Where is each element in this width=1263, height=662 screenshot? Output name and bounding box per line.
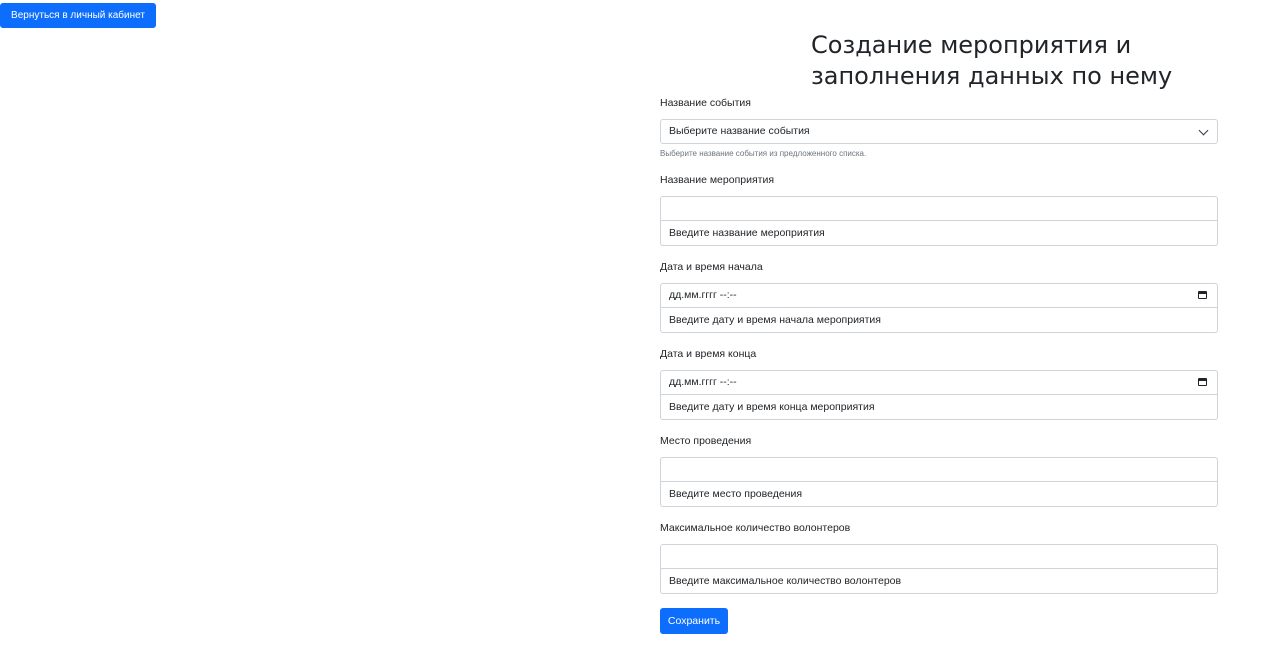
- max-volunteers-group: Максимальное количество волонтеров Введи…: [660, 521, 1218, 594]
- event-type-group: Название события Выберите название событ…: [660, 96, 1218, 159]
- location-group: Место проведения Введите место проведени…: [660, 434, 1218, 507]
- start-datetime-hint: Введите дату и время начала мероприятия: [660, 308, 1218, 333]
- back-to-account-button[interactable]: Вернуться в личный кабинет: [0, 3, 156, 28]
- page-title: Создание мероприятия и заполнения данных…: [811, 31, 1173, 90]
- location-hint: Введите место проведения: [660, 482, 1218, 507]
- end-datetime-label: Дата и время конца: [660, 348, 757, 360]
- event-type-label: Название события: [660, 97, 751, 109]
- end-datetime-input[interactable]: дд.мм.гггг --:--: [660, 370, 1218, 395]
- event-name-group: Название мероприятия Введите название ме…: [660, 173, 1218, 246]
- end-datetime-value: дд.мм.гггг --:--: [669, 376, 737, 388]
- event-type-selected-value: Выберите название события: [669, 125, 810, 137]
- chevron-down-icon: [1198, 125, 1209, 136]
- start-datetime-group: Дата и время начала дд.мм.гггг --:-- Вве…: [660, 260, 1218, 333]
- max-volunteers-hint: Введите максимальное количество волонтер…: [660, 569, 1218, 594]
- event-form: Название события Выберите название событ…: [660, 96, 1218, 634]
- event-name-input[interactable]: [660, 196, 1218, 221]
- calendar-icon[interactable]: [1198, 291, 1207, 299]
- start-datetime-value: дд.мм.гггг --:--: [669, 289, 737, 301]
- start-datetime-label: Дата и время начала: [660, 261, 763, 273]
- start-datetime-input[interactable]: дд.мм.гггг --:--: [660, 283, 1218, 308]
- event-name-hint: Введите название мероприятия: [660, 221, 1218, 246]
- event-type-help-text: Выберите название события из предложенно…: [660, 149, 867, 158]
- event-type-select[interactable]: Выберите название события: [660, 119, 1218, 144]
- max-volunteers-label: Максимальное количество волонтеров: [660, 522, 851, 534]
- save-button[interactable]: Сохранить: [660, 608, 728, 634]
- event-name-label: Название мероприятия: [660, 174, 775, 186]
- calendar-icon[interactable]: [1198, 378, 1207, 386]
- end-datetime-hint: Введите дату и время конца мероприятия: [660, 395, 1218, 420]
- end-datetime-group: Дата и время конца дд.мм.гггг --:-- Введ…: [660, 347, 1218, 420]
- location-input[interactable]: [660, 457, 1218, 482]
- location-label: Место проведения: [660, 435, 752, 447]
- max-volunteers-input[interactable]: [660, 544, 1218, 569]
